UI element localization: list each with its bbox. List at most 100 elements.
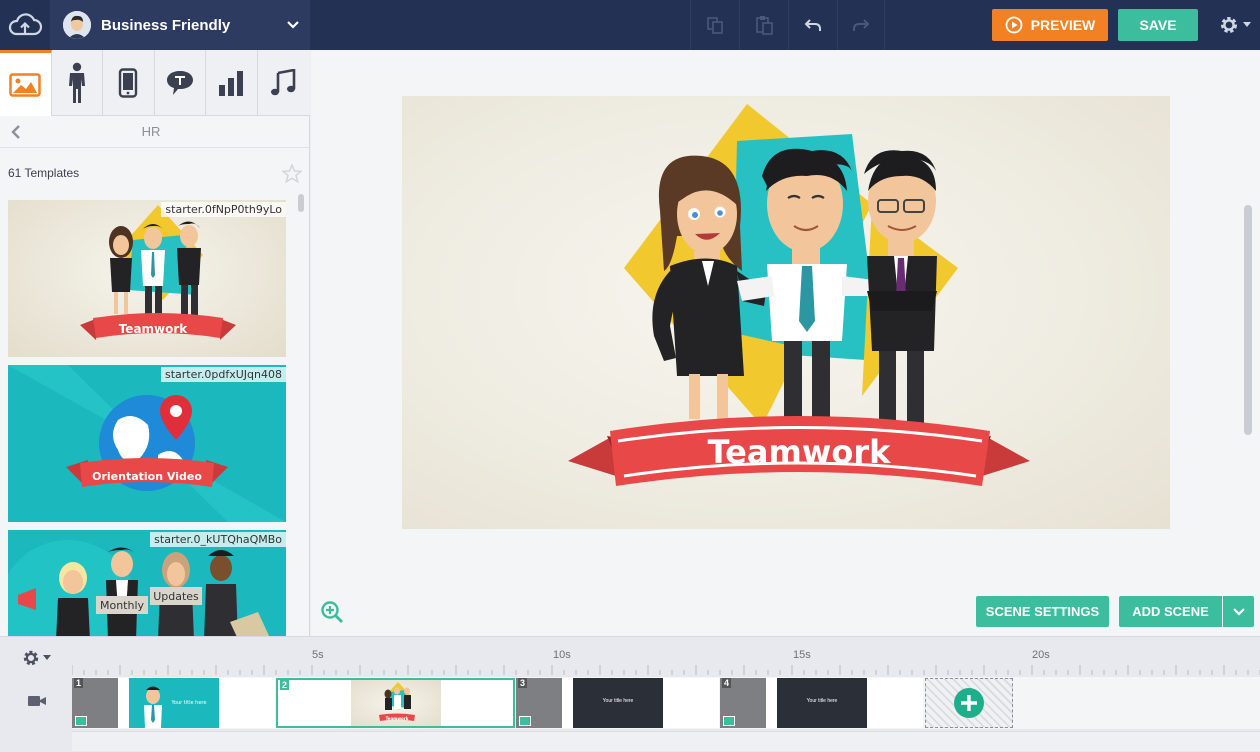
timeline-scene[interactable]: 4 Your title here <box>720 678 923 728</box>
chevron-down-icon <box>1232 607 1245 616</box>
ruler-ticks <box>72 665 1260 675</box>
sign-updates: Updates <box>150 587 202 605</box>
thumb-text: Teamwork <box>386 716 409 721</box>
template-id: starter.0fNpP0th9yLo <box>161 202 286 217</box>
settings-menu-button[interactable] <box>1210 0 1260 50</box>
template-banner-text: Orientation Video <box>92 470 202 483</box>
thumb-text: Your title here <box>602 698 634 704</box>
chevron-down-icon <box>287 21 299 29</box>
scene-thumbnail: Your title here <box>777 678 867 728</box>
paste-button[interactable] <box>739 0 787 50</box>
phone-icon <box>119 68 138 98</box>
audio-track <box>72 731 1260 751</box>
template-card[interactable]: Teamwork starter.0fNpP0th9yLo <box>8 200 286 357</box>
text-bubble-icon <box>166 71 193 95</box>
template-thumbnail: Teamwork <box>80 205 236 340</box>
panel-scrollbar-thumb[interactable] <box>298 194 304 212</box>
caret-down-icon <box>43 655 51 660</box>
asset-tabs <box>0 50 310 116</box>
undo-icon <box>804 19 821 31</box>
gear-icon <box>1221 17 1237 33</box>
scene-number: 4 <box>722 678 732 688</box>
tick-label: 10s <box>553 649 571 661</box>
cloud-upload-button[interactable] <box>0 0 50 50</box>
canvas-scrollbar[interactable] <box>1244 205 1252 435</box>
scene-thumbnail: Teamwork <box>351 680 441 726</box>
template-card[interactable]: Orientation Video starter.0pdfxUJqn408 <box>8 365 286 522</box>
zoom-in-button[interactable] <box>320 600 344 624</box>
scene-number: 3 <box>518 678 528 688</box>
add-scene-slot[interactable] <box>925 678 1013 728</box>
template-card[interactable]: Monthly Updates starter.0_kUTQhaQMBo <box>8 530 286 636</box>
panel-scrollbar[interactable] <box>297 193 305 636</box>
tab-charts[interactable] <box>206 50 258 116</box>
undo-button[interactable] <box>788 0 836 50</box>
avatar <box>63 11 91 39</box>
top-bar: Business Friendly PREVIEW SAVE <box>0 0 1260 50</box>
star-icon[interactable] <box>282 163 302 183</box>
tick-label: 5s <box>312 649 324 661</box>
scene-number: 1 <box>74 678 84 688</box>
gear-icon <box>23 650 39 666</box>
preview-label: PREVIEW <box>1030 17 1096 33</box>
scene-audio-marker <box>75 716 87 726</box>
back-button[interactable] <box>0 116 32 148</box>
woman-figure <box>109 226 133 314</box>
sign-text: Updates <box>153 590 199 603</box>
template-id: starter.0pdfxUJqn408 <box>161 367 286 382</box>
add-scene-dropdown-button[interactable] <box>1223 596 1254 627</box>
project-selector[interactable]: Business Friendly <box>50 0 310 50</box>
preview-button[interactable]: PREVIEW <box>992 9 1108 41</box>
banner-title: Teamwork <box>708 433 892 471</box>
teamwork-banner: Teamwork <box>568 416 1030 486</box>
scene-settings-button[interactable]: SCENE SETTINGS <box>976 596 1109 627</box>
image-icon <box>9 72 41 97</box>
thumb-text: Your title here <box>171 700 207 706</box>
tab-text[interactable] <box>155 50 206 116</box>
scene-number: 2 <box>280 680 290 690</box>
template-count-row: 61 Templates <box>8 160 302 186</box>
template-count: 61 Templates <box>8 166 80 180</box>
play-circle-icon <box>1005 16 1023 34</box>
asset-panel: HR 61 Templates Teamwork starter.0fNpP0t… <box>0 50 310 636</box>
copy-button[interactable] <box>690 0 738 50</box>
timeline-scene[interactable]: 1 Your title here <box>72 678 275 728</box>
thumb-text: Your title here <box>806 698 838 704</box>
timeline-scene[interactable]: 3 Your title here <box>516 678 719 728</box>
add-scene-button[interactable]: ADD SCENE <box>1119 596 1222 627</box>
chevron-left-icon <box>11 124 20 139</box>
sign-text: Monthly <box>100 599 145 612</box>
breadcrumb: HR <box>0 116 310 148</box>
glasses-man-character <box>864 150 937 426</box>
scene-audio-marker <box>723 716 735 726</box>
timeline-ruler[interactable]: 5s 10s 15s 20s <box>72 637 1260 675</box>
caret-down-icon <box>1243 22 1251 27</box>
glasses-man-figure <box>177 221 201 318</box>
template-banner-text: Teamwork <box>119 322 189 336</box>
man-figure <box>141 224 165 318</box>
category-label: HR <box>141 124 161 139</box>
person-icon <box>68 62 85 103</box>
save-button[interactable]: SAVE <box>1118 9 1198 41</box>
redo-button[interactable] <box>837 0 885 50</box>
tab-characters[interactable] <box>52 50 103 116</box>
project-title: Business Friendly <box>101 16 231 34</box>
scene-stage[interactable]: Teamwork <box>402 96 1170 529</box>
timeline: 5s 10s 15s 20s 1 Your title here 2 Teamw… <box>0 636 1260 752</box>
copy-icon <box>706 17 723 34</box>
template-thumbnail: Orientation Video <box>8 365 286 522</box>
tab-music[interactable] <box>258 50 310 116</box>
tick-label: 15s <box>793 649 811 661</box>
template-list: Teamwork starter.0fNpP0th9yLo Orientatio… <box>8 200 286 636</box>
sign-monthly: Monthly <box>96 596 148 614</box>
timeline-scene-selected[interactable]: 2 Teamwork <box>276 678 515 728</box>
scene-thumbnail: Your title here <box>573 678 663 728</box>
zoom-in-icon <box>321 601 344 624</box>
scene-thumbnail: Your title here <box>129 678 219 728</box>
bar-chart-icon <box>219 71 244 96</box>
paste-icon <box>755 16 773 35</box>
tab-backgrounds[interactable] <box>0 50 52 116</box>
tab-props[interactable] <box>103 50 155 116</box>
timeline-settings-button[interactable] <box>22 647 54 669</box>
redo-icon <box>853 19 870 31</box>
